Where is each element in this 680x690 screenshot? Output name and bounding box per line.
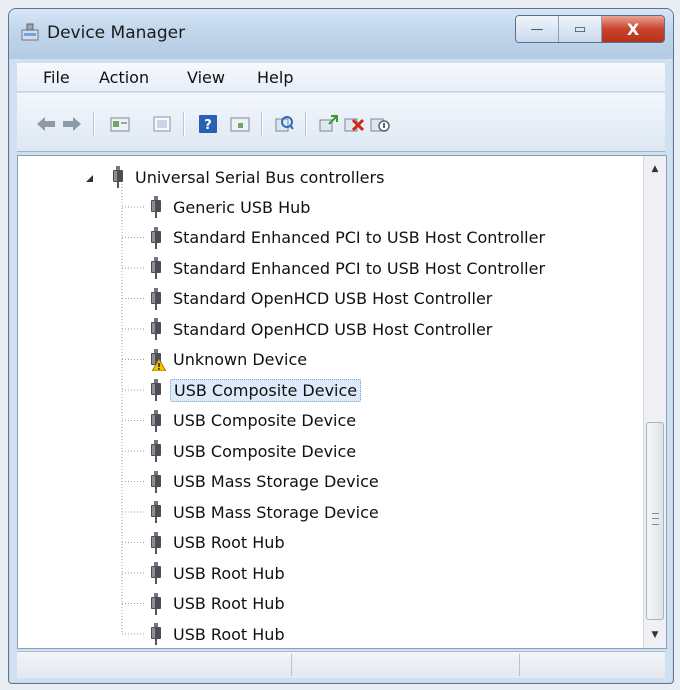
properties-icon[interactable] (109, 114, 131, 134)
panel-icon[interactable] (229, 114, 251, 134)
device-row[interactable]: USB Mass Storage Device (148, 469, 382, 495)
toolbar: ? (17, 93, 665, 152)
vertical-scrollbar[interactable]: ▲ ▼ (643, 156, 666, 648)
device-label: USB Composite Device (173, 411, 357, 430)
status-bar (17, 651, 665, 678)
device-row[interactable]: USB Composite Device (148, 377, 362, 403)
help-icon[interactable]: ? (197, 114, 219, 134)
device-row[interactable]: USB Mass Storage Device (148, 499, 382, 525)
usb-device-icon (148, 592, 164, 615)
device-row[interactable]: Standard Enhanced PCI to USB Host Contro… (148, 255, 548, 281)
device-row[interactable]: Standard OpenHCD USB Host Controller (148, 316, 495, 342)
show-hide-icon[interactable] (151, 114, 173, 134)
maximize-button[interactable]: ▭ (559, 16, 602, 42)
grip-icon (652, 513, 659, 525)
device-tree: Universal Serial Bus controllers Generic… (17, 155, 667, 649)
device-label: USB Root Hub (173, 594, 285, 613)
device-label: Generic USB Hub (173, 197, 311, 217)
device-label: USB Composite Device (170, 378, 362, 402)
device-row[interactable]: Generic USB Hub (148, 194, 313, 220)
usb-device-icon (148, 287, 164, 310)
menu-action[interactable]: Action (99, 68, 149, 87)
usb-device-icon (148, 562, 164, 584)
device-label: Standard OpenHCD USB Host Controller (173, 319, 493, 339)
device-label: Standard Enhanced PCI to USB Host Contro… (173, 258, 546, 278)
warning-icon (152, 358, 166, 371)
usb-device-icon (148, 470, 164, 493)
back-arrow-icon[interactable] (35, 114, 57, 134)
toolbar-separator (305, 112, 306, 136)
device-row[interactable]: USB Root Hub (148, 621, 288, 647)
device-label: USB Composite Device (173, 441, 357, 461)
title-bar[interactable]: Device Manager — ▭ X (9, 9, 673, 59)
toolbar-separator (261, 112, 262, 136)
device-row[interactable]: USB Composite Device (148, 408, 359, 434)
window-title: Device Manager (47, 23, 186, 43)
device-row[interactable]: USB Root Hub (148, 560, 288, 586)
device-manager-window: Device Manager — ▭ X File Action View He… (8, 8, 674, 684)
usb-device-icon (148, 501, 164, 523)
scan-hardware-icon[interactable] (273, 114, 295, 134)
usb-device-icon (148, 257, 164, 279)
device-row[interactable]: Standard OpenHCD USB Host Controller (148, 286, 495, 312)
device-label: USB Root Hub (173, 563, 285, 583)
uninstall-icon[interactable] (343, 114, 365, 134)
device-row[interactable]: USB Composite Device (148, 438, 359, 464)
usb-device-icon (148, 409, 164, 432)
device-row[interactable]: USB Root Hub (148, 530, 288, 556)
device-label: USB Root Hub (173, 533, 285, 552)
device-label: Standard OpenHCD USB Host Controller (173, 289, 493, 308)
status-divider (519, 654, 520, 676)
window-controls: — ▭ X (515, 15, 665, 43)
device-label: USB Mass Storage Device (173, 472, 379, 491)
menu-bar: File Action View Help (17, 63, 665, 92)
usb-device-icon (148, 531, 164, 554)
device-row[interactable]: Standard Enhanced PCI to USB Host Contro… (148, 225, 548, 251)
device-label: Unknown Device (173, 350, 308, 369)
update-driver-icon[interactable] (317, 114, 339, 134)
menu-help[interactable]: Help (257, 68, 293, 87)
usb-device-icon (148, 196, 164, 218)
usb-device-icon (148, 379, 164, 401)
device-row[interactable]: USB Root Hub (148, 591, 288, 617)
device-label: USB Mass Storage Device (173, 502, 379, 522)
minimize-button[interactable]: — (516, 16, 559, 42)
usb-plug-icon (110, 166, 126, 188)
category-usb-controllers[interactable]: Universal Serial Bus controllers (110, 164, 387, 190)
forward-arrow-icon[interactable] (61, 114, 83, 134)
svg-text:?: ? (204, 118, 212, 133)
scroll-down-arrow-icon[interactable]: ▼ (646, 626, 664, 644)
toolbar-separator (183, 112, 184, 136)
device-manager-icon (21, 23, 39, 41)
usb-device-icon (148, 440, 164, 462)
menu-file[interactable]: File (43, 68, 70, 87)
device-label: Standard Enhanced PCI to USB Host Contro… (173, 228, 546, 247)
disable-device-icon[interactable] (369, 114, 391, 134)
close-button[interactable]: X (602, 16, 664, 42)
toolbar-separator (93, 112, 94, 136)
scroll-up-arrow-icon[interactable]: ▲ (646, 160, 664, 178)
usb-device-icon (148, 226, 164, 249)
collapse-triangle-icon[interactable] (84, 173, 96, 185)
usb-device-icon (148, 348, 166, 371)
usb-device-icon (148, 623, 164, 645)
device-row[interactable]: Unknown Device (148, 347, 310, 373)
status-divider (291, 654, 292, 676)
usb-device-icon (148, 318, 164, 340)
category-label: Universal Serial Bus controllers (135, 167, 385, 187)
device-label: USB Root Hub (173, 624, 285, 644)
scroll-thumb[interactable] (646, 422, 664, 620)
menu-view[interactable]: View (187, 68, 225, 87)
